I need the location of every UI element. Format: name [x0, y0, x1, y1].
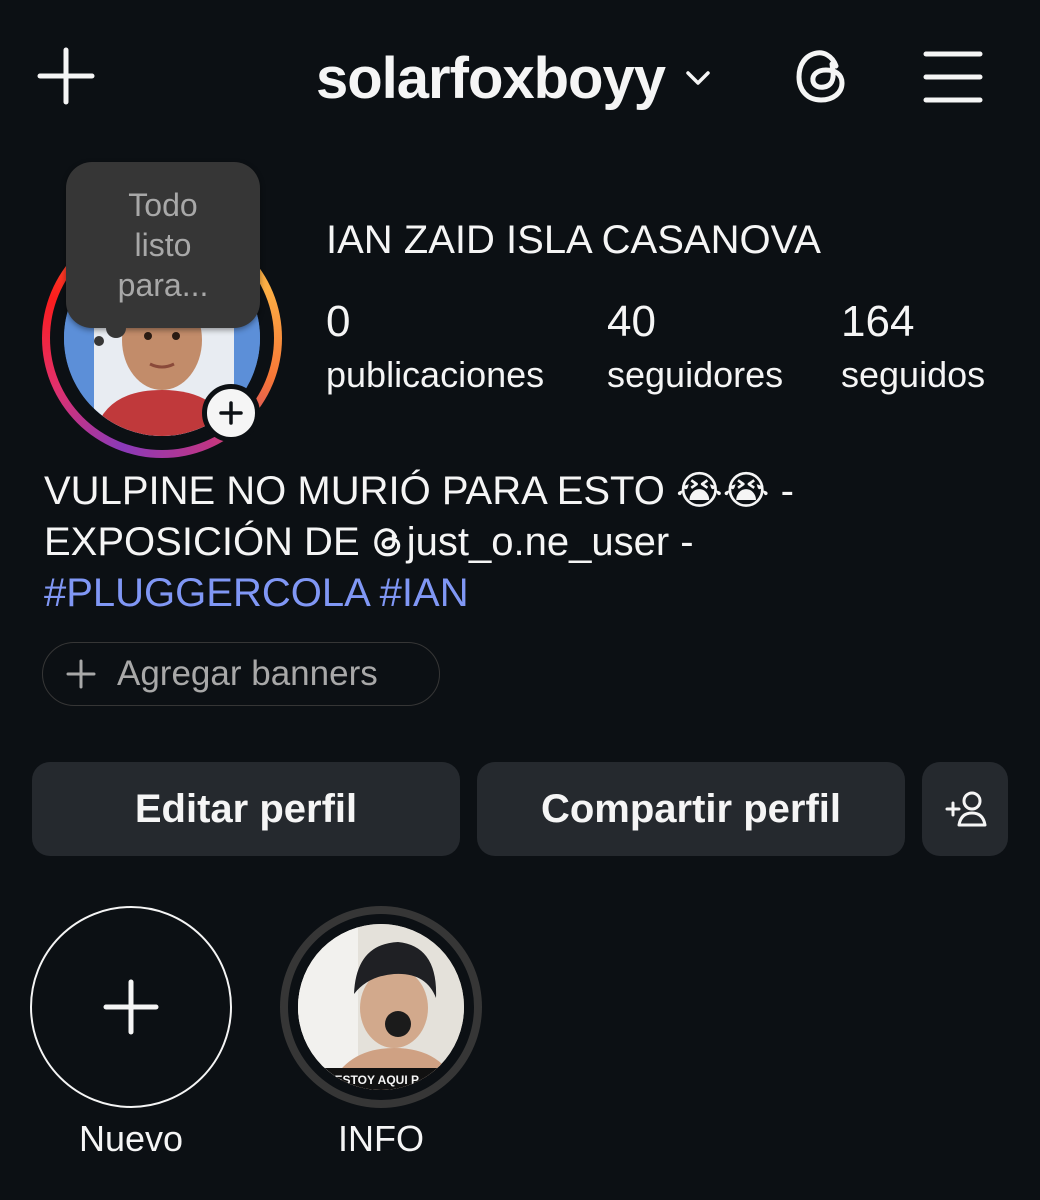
plus-icon[interactable] — [36, 46, 96, 106]
menu-icon[interactable] — [922, 48, 984, 106]
bio: VULPINE NO MURIÓ PARA ESTO 😭😭 - EXPOSICI… — [44, 466, 1004, 619]
stat-posts[interactable]: 0 publicaciones — [326, 296, 544, 402]
edit-profile-button[interactable]: Editar perfil — [32, 762, 460, 856]
threads-icon — [373, 528, 400, 557]
stat-posts-label: publicaciones — [326, 354, 545, 395]
highlight-label-info: INFO — [338, 1118, 424, 1159]
discover-people-button[interactable] — [922, 762, 1008, 856]
plus-icon — [219, 401, 243, 425]
bio-text: - — [769, 469, 794, 513]
share-profile-button[interactable]: Compartir perfil — [477, 762, 905, 856]
full-name: IAN ZAID ISLA CASANOVA — [326, 218, 821, 262]
note-text: Todo listo para... — [117, 187, 209, 303]
add-person-icon — [945, 791, 987, 827]
highlight-info[interactable]: ESTOY AQUI P... — [280, 906, 482, 1108]
note-tail — [94, 336, 104, 346]
threads-icon[interactable] — [790, 44, 854, 108]
note-bubble[interactable]: Todo listo para... — [66, 162, 260, 328]
highlight-cover: ESTOY AQUI P... — [298, 924, 464, 1090]
username: solarfoxboyy — [316, 45, 666, 111]
note-tail — [106, 318, 126, 338]
threads-mention-link[interactable]: just_o.ne_user - — [371, 520, 694, 564]
crying-emoji: 😭😭 — [676, 468, 770, 514]
bio-line-1: VULPINE NO MURIÓ PARA ESTO 😭😭 - — [44, 466, 1004, 517]
mention-text: just_o.ne_user - — [406, 520, 694, 564]
bio-line-2: EXPOSICIÓN DE just_o.ne_user - — [44, 517, 1004, 568]
plus-icon — [66, 659, 96, 689]
add-story-button[interactable] — [202, 384, 260, 442]
stat-following-value: 164 — [841, 297, 915, 346]
highlight-label-new: Nuevo — [78, 1118, 184, 1159]
stat-followers[interactable]: 40 seguidores — [607, 296, 783, 402]
plus-icon — [103, 979, 159, 1035]
bio-hashtags[interactable]: #PLUGGERCOLA #IAN — [44, 568, 1004, 619]
stat-posts-value: 0 — [326, 297, 351, 346]
stat-followers-value: 40 — [607, 297, 656, 346]
chevron-down-icon — [686, 71, 710, 85]
stat-following[interactable]: 164 seguidos — [841, 296, 985, 402]
add-banners-button[interactable]: Agregar banners — [42, 642, 440, 706]
new-highlight-button[interactable] — [30, 906, 232, 1108]
bio-text: VULPINE NO MURIÓ PARA ESTO — [44, 469, 676, 513]
stat-followers-label: seguidores — [607, 354, 784, 395]
account-switcher[interactable]: solarfoxboyy — [316, 40, 713, 116]
add-banners-label: Agregar banners — [117, 654, 378, 693]
highlight-cover-image: ESTOY AQUI P... — [298, 924, 464, 1090]
bio-text: EXPOSICIÓN DE — [44, 520, 371, 564]
profile-screen: solarfoxboyy Todo listo para... IAN ZAID… — [0, 0, 1040, 1200]
stat-following-label: seguidos — [841, 354, 986, 395]
